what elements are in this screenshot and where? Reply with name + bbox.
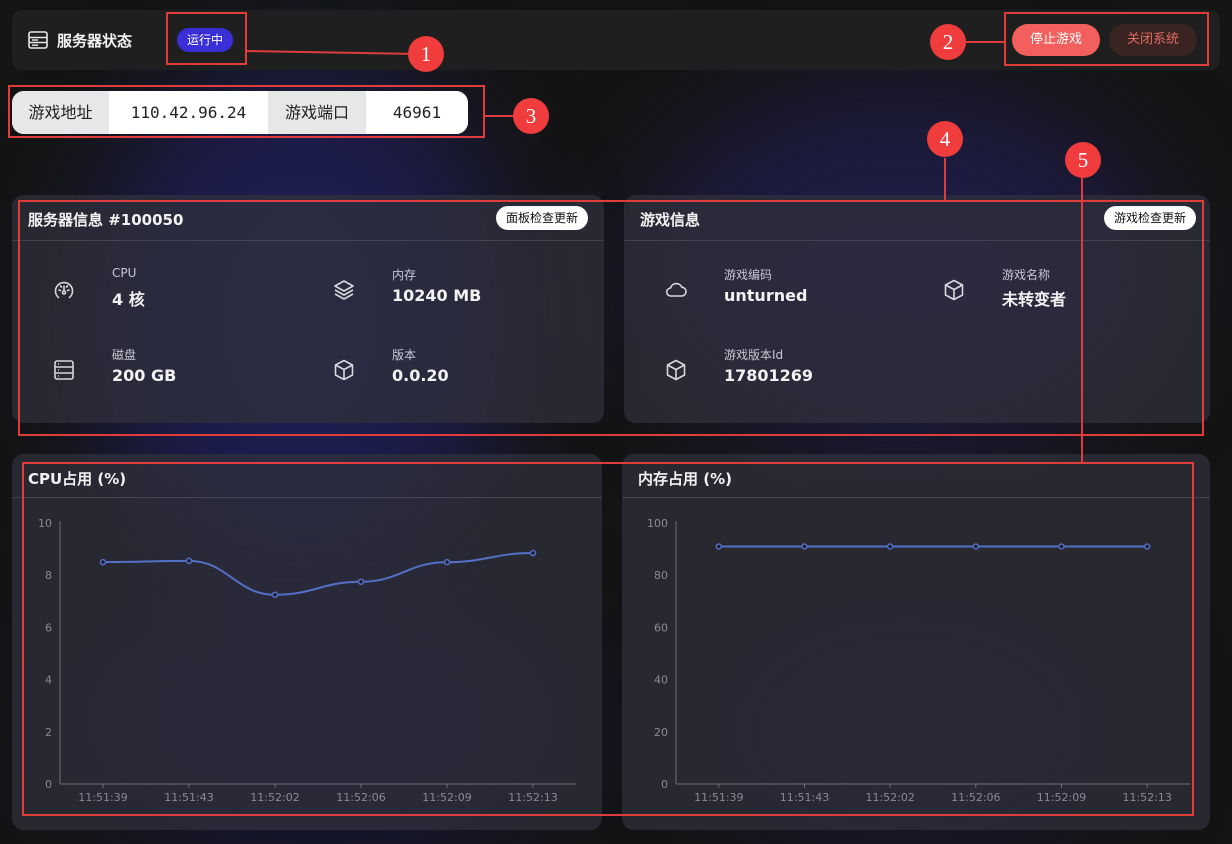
data-point[interactable]: [99, 558, 107, 566]
memory-chart-title: 内存占用 (%): [638, 470, 732, 488]
x-tick-label: 11:52:13: [508, 791, 557, 804]
close-system-button[interactable]: 关闭系统: [1109, 24, 1197, 56]
memory-label: 内存: [392, 268, 417, 282]
cube-icon: [334, 359, 354, 381]
version-info: 版本 0.0.20: [332, 346, 582, 396]
memory-chart-header: 内存占用 (%): [622, 454, 1210, 498]
game-info-card: 游戏信息 游戏检查更新 游戏编码 unturned 游戏名称 未转变者 游戏版本…: [624, 195, 1210, 423]
y-tick-label: 6: [45, 621, 52, 634]
data-point[interactable]: [357, 578, 365, 585]
server-info-title: 服务器信息 #100050: [28, 211, 184, 229]
version-value: 0.0.20: [392, 366, 449, 385]
y-tick-label: 0: [45, 778, 52, 791]
y-tick-label: 8: [45, 569, 52, 582]
annotation-badge-5: 5: [1065, 142, 1101, 178]
data-point[interactable]: [1143, 543, 1151, 550]
y-tick-label: 100: [647, 517, 668, 530]
data-point[interactable]: [529, 549, 537, 557]
game-address-group: 游戏地址 110.42.96.24 游戏端口 46961: [12, 91, 468, 134]
game-name-value: 未转变者: [1002, 290, 1067, 309]
top-bar: 服务器状态 运行中 停止游戏 关闭系统: [12, 10, 1220, 70]
cpu-label: CPU: [112, 266, 137, 280]
game-code-info: 游戏编码 unturned: [664, 266, 914, 316]
disk-value: 200 GB: [112, 366, 177, 385]
x-tick-label: 11:51:39: [78, 791, 127, 804]
data-point[interactable]: [271, 591, 279, 599]
x-tick-label: 11:51:43: [164, 791, 213, 804]
x-tick-label: 11:52:13: [1122, 791, 1171, 804]
cpu-usage-chart: 0 2 4 6 8 10 11:51:39 11:51:43 11:52:02 11:52:06 1…: [38, 517, 576, 804]
game-name-info: 游戏名称 未转变者: [942, 266, 1192, 316]
cube-icon: [666, 359, 686, 381]
game-address-value[interactable]: 110.42.96.24: [109, 91, 268, 134]
game-port-label: 游戏端口: [268, 91, 366, 134]
game-port-value[interactable]: 46961: [366, 91, 468, 134]
data-point[interactable]: [1058, 543, 1065, 550]
memory-info: 内存 10240 MB: [332, 266, 582, 316]
annotation-badge-2: 2: [930, 24, 966, 60]
y-tick-label: 4: [45, 674, 52, 687]
cpu-chart-header: CPU占用 (%): [12, 454, 602, 498]
memory-chart-card: 内存占用 (%) 0 20 40 60 80 100 11:51:39 11:51:43 11:…: [622, 454, 1210, 830]
x-tick-label: 11:52:06: [951, 791, 1000, 804]
database-icon: [54, 360, 74, 380]
status-badge: 运行中: [177, 28, 234, 52]
y-tick-label: 0: [661, 778, 668, 791]
data-point[interactable]: [185, 557, 193, 565]
data-point[interactable]: [443, 558, 451, 566]
x-tick-label: 11:52:09: [1037, 791, 1086, 804]
x-tick-label: 11:52:02: [865, 791, 914, 804]
cpu-value: 4 核: [112, 290, 145, 309]
data-point[interactable]: [801, 543, 808, 550]
x-tick-label: 11:51:39: [694, 791, 743, 804]
game-version-info: 游戏版本Id 17801269: [664, 346, 914, 396]
memory-value: 10240 MB: [392, 286, 482, 305]
y-tick-label: 20: [654, 726, 668, 739]
stop-game-button[interactable]: 停止游戏: [1012, 24, 1100, 56]
disk-label: 磁盘: [112, 348, 137, 362]
disk-info: 磁盘 200 GB: [52, 346, 302, 396]
game-name-label: 游戏名称: [1002, 268, 1051, 282]
annotation-line-3: [485, 115, 513, 117]
server-icon: [28, 31, 48, 49]
annotation-badge-4: 4: [927, 121, 963, 157]
game-code-value: unturned: [724, 286, 808, 305]
x-tick-label: 11:51:43: [780, 791, 829, 804]
cpu-chart-card: CPU占用 (%) 0 2 4 6 8 10 11:51:39 11:51:43 11:52:0…: [12, 454, 602, 830]
version-label: 版本: [392, 348, 417, 362]
series-line: [102, 552, 534, 596]
y-tick-label: 2: [45, 726, 52, 739]
server-info-card: 服务器信息 #100050 面板检查更新 CPU 4 核 内存 10240 MB: [12, 195, 604, 423]
cloud-icon: [665, 282, 687, 297]
cube-icon: [944, 279, 964, 301]
cpu-chart-title: CPU占用 (%): [28, 470, 127, 488]
y-tick-label: 80: [654, 569, 668, 582]
game-check-update-button[interactable]: 游戏检查更新: [1103, 206, 1196, 230]
gauge-icon: [54, 281, 74, 299]
y-tick-label: 60: [654, 621, 668, 634]
panel-check-update-button[interactable]: 面板检查更新: [495, 206, 588, 230]
data-point[interactable]: [886, 543, 894, 550]
y-tick-label: 10: [38, 517, 52, 530]
annotation-badge-3: 3: [513, 98, 549, 134]
page-title: 服务器状态: [57, 32, 133, 50]
game-info-title: 游戏信息: [640, 211, 701, 229]
annotation-badge-1: 1: [408, 36, 444, 72]
data-point[interactable]: [715, 543, 723, 550]
x-tick-label: 11:52:06: [336, 791, 385, 804]
game-code-label: 游戏编码: [724, 268, 773, 282]
game-info-header: 游戏信息 游戏检查更新: [624, 195, 1210, 241]
server-info-header: 服务器信息 #100050 面板检查更新: [12, 195, 604, 241]
memory-usage-chart: 0 20 40 60 80 100 11:51:39 11:51:43 11:52:02 11:5…: [647, 517, 1190, 804]
y-tick-label: 40: [654, 674, 668, 687]
x-tick-label: 11:52:09: [422, 791, 471, 804]
game-address-label: 游戏地址: [12, 91, 109, 134]
layers-icon: [334, 280, 354, 300]
data-point[interactable]: [972, 543, 980, 550]
game-version-value: 17801269: [724, 366, 814, 385]
x-tick-label: 11:52:02: [250, 791, 299, 804]
game-version-label: 游戏版本Id: [724, 348, 784, 362]
cpu-info: CPU 4 核: [52, 266, 302, 316]
